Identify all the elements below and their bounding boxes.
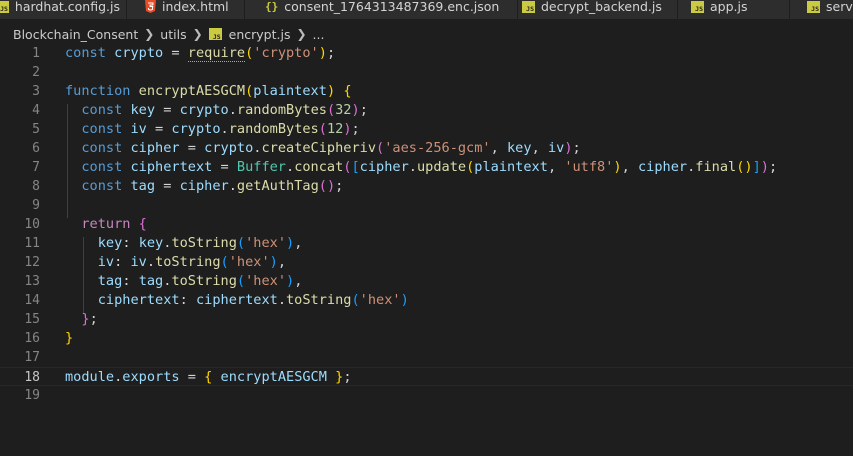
code-line[interactable]: 1 const crypto = require('crypto'); bbox=[0, 44, 853, 63]
breadcrumb: Blockchain_Consent ❯ utils ❯ JS encrypt.… bbox=[0, 24, 853, 44]
tab-serve[interactable]: JS serve bbox=[790, 0, 853, 19]
line-number: 9 bbox=[32, 198, 40, 213]
js-file-icon: JS bbox=[0, 0, 9, 13]
js-file-icon: JS bbox=[691, 0, 704, 13]
tab-consent-enc-json[interactable]: {} consent_1764313487369.enc.json bbox=[245, 0, 518, 19]
line-number: 18 bbox=[24, 370, 40, 385]
breadcrumb-file-encrypt-js[interactable]: encrypt.js bbox=[229, 27, 291, 42]
line-number: 19 bbox=[24, 388, 40, 403]
line-number: 16 bbox=[24, 331, 40, 346]
code-line[interactable]: 18 module.exports = { encryptAESGCM }; bbox=[0, 367, 853, 386]
js-file-icon: JS bbox=[522, 0, 535, 13]
code-line[interactable]: 15 }; bbox=[0, 310, 853, 329]
line-number: 2 bbox=[32, 65, 40, 80]
code-line[interactable]: 10 return { bbox=[0, 215, 853, 234]
line-number: 8 bbox=[32, 179, 40, 194]
js-file-icon: JS bbox=[807, 0, 820, 13]
code-line[interactable]: 9 bbox=[0, 196, 853, 215]
tab-hardhat-config[interactable]: JS hardhat.config.js bbox=[0, 0, 127, 19]
code-text: const tag = cipher.getAuthTag(); bbox=[81, 178, 344, 194]
code-text: }; bbox=[81, 311, 98, 327]
line-number: 7 bbox=[32, 160, 40, 175]
line-number: 13 bbox=[24, 274, 40, 289]
code-line[interactable]: 3 function encryptAESGCM(plaintext) { bbox=[0, 82, 853, 101]
line-number: 17 bbox=[24, 350, 40, 365]
code-line[interactable]: 7 const ciphertext = Buffer.concat([ciph… bbox=[0, 158, 853, 177]
js-file-icon: JS bbox=[208, 28, 222, 40]
code-text: ciphertext: ciphertext.toString('hex') bbox=[97, 292, 409, 308]
chevron-right-icon: ❯ bbox=[296, 27, 307, 41]
chevron-right-icon: ❯ bbox=[144, 27, 155, 41]
tab-label: decrypt_backend.js bbox=[541, 0, 662, 14]
tab-decrypt-backend[interactable]: JS decrypt_backend.js bbox=[518, 0, 678, 19]
code-line[interactable]: 2 bbox=[0, 63, 853, 82]
line-number: 14 bbox=[24, 293, 40, 308]
code-text: key: key.toString('hex'), bbox=[97, 235, 303, 251]
code-text: } bbox=[65, 330, 74, 346]
code-editor[interactable]: 1 const crypto = require('crypto'); 2 3 func… bbox=[0, 43, 853, 456]
breadcrumb-symbol[interactable]: ... bbox=[313, 27, 325, 42]
code-text: const iv = crypto.randomBytes(12); bbox=[81, 121, 360, 137]
line-number: 11 bbox=[24, 236, 40, 251]
breadcrumb-folder-utils[interactable]: utils bbox=[160, 27, 186, 42]
tab-label: serve bbox=[826, 0, 853, 14]
tab-label: app.js bbox=[710, 0, 748, 14]
html-file-icon bbox=[145, 0, 156, 13]
code-line[interactable]: 16} bbox=[0, 329, 853, 348]
code-line[interactable]: 17 bbox=[0, 348, 853, 367]
code-text: iv: iv.toString('hex'), bbox=[97, 254, 287, 270]
code-text: function encryptAESGCM(plaintext) { bbox=[65, 83, 352, 99]
tab-index-html[interactable]: index.html bbox=[127, 0, 245, 19]
code-text: const key = crypto.randomBytes(32); bbox=[81, 102, 368, 118]
code-line[interactable]: 11 key: key.toString('hex'), bbox=[0, 234, 853, 253]
breadcrumb-folder-blockchain-consent[interactable]: Blockchain_Consent bbox=[13, 27, 138, 42]
code-line[interactable]: 14 ciphertext: ciphertext.toString('hex'… bbox=[0, 291, 853, 310]
tab-bar: JS hardhat.config.js index.html {} conse… bbox=[0, 0, 853, 19]
line-number: 3 bbox=[32, 84, 40, 99]
code-line[interactable]: 19 bbox=[0, 386, 853, 405]
code-line[interactable]: 5 const iv = crypto.randomBytes(12); bbox=[0, 120, 853, 139]
code-text: const ciphertext = Buffer.concat([cipher… bbox=[81, 159, 778, 175]
tab-label: index.html bbox=[162, 0, 229, 14]
tab-app-js[interactable]: JS app.js bbox=[678, 0, 790, 19]
line-number: 1 bbox=[32, 46, 40, 61]
code-line[interactable]: 4 const key = crypto.randomBytes(32); bbox=[0, 101, 853, 120]
code-text: const crypto = require('crypto'); bbox=[65, 45, 336, 62]
code-text: return { bbox=[81, 216, 147, 232]
tab-label: hardhat.config.js bbox=[14, 0, 120, 14]
line-number: 5 bbox=[32, 122, 40, 137]
line-number: 10 bbox=[24, 217, 40, 232]
json-file-icon: {} bbox=[265, 0, 279, 13]
code-text: const cipher = crypto.createCipheriv('ae… bbox=[81, 140, 581, 156]
line-number: 12 bbox=[24, 255, 40, 270]
code-line[interactable]: 8 const tag = cipher.getAuthTag(); bbox=[0, 177, 853, 196]
line-number: 6 bbox=[32, 141, 40, 156]
line-number: 4 bbox=[32, 103, 40, 118]
line-number: 15 bbox=[24, 312, 40, 327]
tab-label: consent_1764313487369.enc.json bbox=[284, 0, 500, 14]
code-line[interactable]: 13 tag: tag.toString('hex'), bbox=[0, 272, 853, 291]
code-line[interactable]: 12 iv: iv.toString('hex'), bbox=[0, 253, 853, 272]
code-line[interactable]: 6 const cipher = crypto.createCipheriv('… bbox=[0, 139, 853, 158]
code-text: module.exports = { encryptAESGCM }; bbox=[65, 369, 352, 385]
code-text: tag: tag.toString('hex'), bbox=[97, 273, 303, 289]
chevron-right-icon: ❯ bbox=[192, 27, 203, 41]
